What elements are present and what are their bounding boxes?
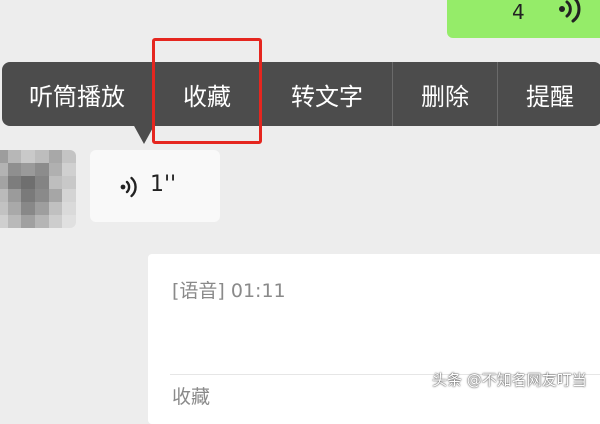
voice-wave-icon <box>120 176 137 198</box>
avatar[interactable] <box>0 150 76 228</box>
menu-item-favorite[interactable]: 收藏 <box>152 62 262 126</box>
menu-item-earpiece-play[interactable]: 听筒播放 <box>2 62 152 126</box>
menu-item-remind[interactable]: 提醒 <box>497 62 600 126</box>
menu-item-delete[interactable]: 删除 <box>392 62 497 126</box>
message-context-menu: 听筒播放 收藏 转文字 删除 提醒 <box>2 62 600 126</box>
favorite-card-footer: 收藏 <box>172 386 211 408</box>
watermark: 头条 @不知名网友叮当 <box>432 371 587 389</box>
favorite-card-text: [语音] 01:11 <box>172 280 286 302</box>
incoming-voice-duration: 1'' <box>150 172 177 197</box>
voice-wave-icon <box>559 0 581 23</box>
menu-item-convert-to-text[interactable]: 转文字 <box>262 62 392 126</box>
outgoing-voice-duration: 4 <box>512 0 525 24</box>
menu-pointer-arrow <box>133 124 155 144</box>
